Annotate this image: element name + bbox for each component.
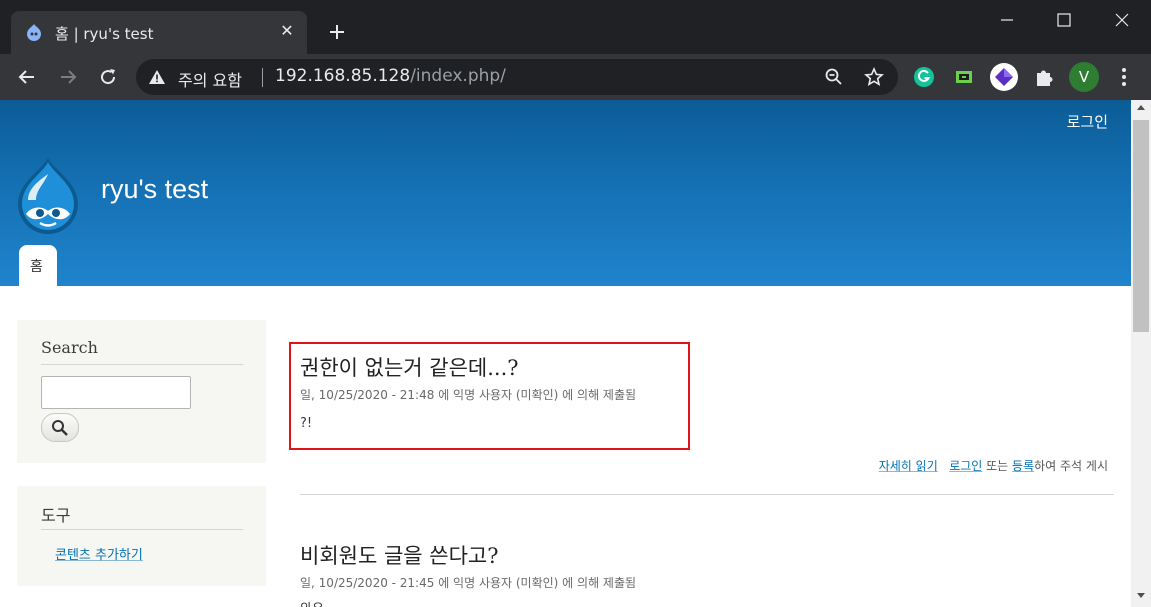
login-link[interactable]: 로그인 — [1067, 111, 1108, 132]
tab-title: 홈 | ryu's test — [55, 25, 154, 43]
search-icon — [52, 420, 68, 436]
url-path: /index.php/ — [410, 66, 506, 86]
extension-icon[interactable] — [949, 62, 979, 92]
warning-icon[interactable] — [148, 69, 166, 85]
add-content-link[interactable]: 콘텐츠 추가하기 — [55, 544, 143, 563]
node-body: 와우 — [300, 598, 324, 607]
omnibox-divider — [262, 68, 263, 87]
puzzle-icon[interactable] — [1029, 62, 1059, 92]
scroll-thumb[interactable] — [1133, 120, 1149, 332]
site-name[interactable]: ryu's test — [101, 174, 208, 205]
browser-toolbar: 주의 요함 192.168.85.128/index.php/ V — [0, 54, 1151, 100]
search-block-divider — [41, 364, 243, 365]
close-tab-icon[interactable]: ✕ — [277, 21, 297, 41]
tab-home[interactable]: 홈 — [19, 245, 57, 286]
maximize-icon[interactable] — [1052, 8, 1076, 32]
node-divider — [300, 494, 1114, 495]
tools-block-divider — [41, 529, 243, 530]
article-node: 비회원도 글을 쓴다고? 일, 10/25/2020 - 21:45 에 익명 … — [300, 540, 700, 607]
address-bar[interactable]: 주의 요함 192.168.85.128/index.php/ — [136, 59, 898, 95]
register-link[interactable]: 등록 — [1012, 459, 1034, 473]
url-text[interactable]: 192.168.85.128/index.php/ — [275, 66, 506, 86]
menu-icon[interactable] — [1109, 62, 1139, 92]
links-or-text: 또는 — [982, 459, 1013, 473]
node-body: ?! — [300, 416, 313, 431]
back-icon[interactable] — [15, 65, 39, 89]
node-title-link[interactable]: 권한이 없는거 같은데...? — [300, 352, 519, 382]
tools-block-title: 도구 — [41, 506, 71, 525]
scroll-down-icon[interactable] — [1137, 593, 1145, 598]
close-window-icon[interactable] — [1110, 8, 1134, 32]
security-label[interactable]: 주의 요함 — [178, 67, 242, 91]
profile-avatar[interactable]: V — [1069, 62, 1099, 92]
page-viewport: 로그인 ryu's test 홈 Search 도구 콘텐츠 추가하기 권한이 … — [0, 100, 1131, 607]
drupal-logo-icon[interactable] — [14, 156, 82, 234]
node-title-link[interactable]: 비회원도 글을 쓴다고? — [300, 540, 499, 570]
search-block: Search — [17, 320, 266, 463]
site-header: 로그인 ryu's test 홈 — [0, 100, 1131, 286]
scroll-up-icon[interactable] — [1137, 105, 1145, 110]
grammarly-icon[interactable] — [909, 62, 939, 92]
comment-login-link[interactable]: 로그인 — [949, 459, 982, 473]
tools-block: 도구 콘텐츠 추가하기 — [17, 486, 266, 586]
search-input[interactable] — [41, 376, 191, 409]
read-more-link[interactable]: 자세히 읽기 — [879, 459, 938, 473]
search-block-title: Search — [41, 338, 98, 357]
node-submitted: 일, 10/25/2020 - 21:48 에 익명 사용자 (미확인) 에 의… — [300, 388, 637, 402]
drupal-favicon-icon — [27, 24, 41, 41]
zoom-icon[interactable] — [824, 67, 844, 87]
shape-extension-icon[interactable] — [989, 62, 1019, 92]
forward-icon[interactable] — [56, 65, 80, 89]
page-scrollbar[interactable] — [1131, 100, 1151, 607]
browser-tab[interactable]: 홈 | ryu's test ✕ — [11, 11, 307, 54]
search-button[interactable] — [41, 413, 79, 442]
reload-icon[interactable] — [96, 65, 120, 89]
links-suffix-text: 하여 주석 게시 — [1034, 459, 1108, 473]
node-submitted: 일, 10/25/2020 - 21:45 에 익명 사용자 (미확인) 에 의… — [300, 576, 637, 590]
url-host: 192.168.85.128 — [275, 66, 411, 86]
node-links: 자세히 읽기 로그인 또는 등록하여 주석 게시 — [879, 457, 1108, 474]
article-node: 권한이 없는거 같은데...? 일, 10/25/2020 - 21:48 에 … — [300, 352, 700, 442]
home-tab-label: 홈 — [30, 259, 43, 275]
new-tab-icon[interactable] — [325, 20, 349, 44]
browser-tab-strip: 홈 | ryu's test ✕ — [0, 0, 1151, 54]
minimize-icon[interactable] — [995, 8, 1019, 32]
star-icon[interactable] — [864, 67, 884, 87]
